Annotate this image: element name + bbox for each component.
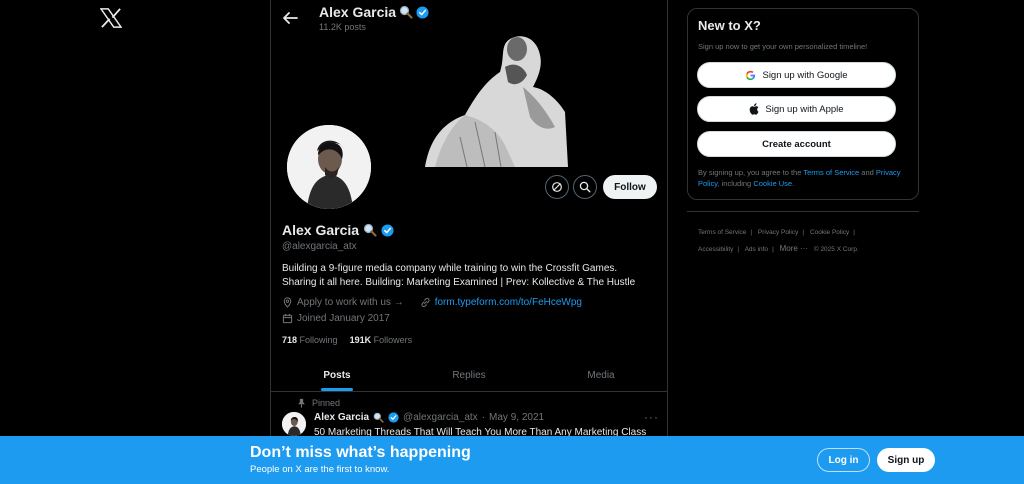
footer-cookie-link[interactable]: Cookie Policy xyxy=(810,229,849,236)
footer-copyright: © 2025 X Corp. xyxy=(813,246,859,253)
link-icon xyxy=(421,297,430,308)
signup-apple-label: Sign up with Apple xyxy=(765,103,844,115)
footer-more-button[interactable]: More ··· xyxy=(780,244,808,253)
login-button[interactable]: Log in xyxy=(817,448,870,472)
footer-privacy-link[interactable]: Privacy Policy xyxy=(758,229,798,236)
grok-icon xyxy=(552,182,562,192)
terms-prefix: By signing up, you agree to the xyxy=(698,168,804,177)
post-more-options-icon[interactable]: ··· xyxy=(644,410,659,424)
footer-separator: | xyxy=(802,229,805,236)
verified-badge-icon xyxy=(388,412,399,423)
following-count: 718 xyxy=(282,335,298,345)
magnifier-emoji-icon xyxy=(399,5,413,19)
signup-google-button[interactable]: Sign up with Google xyxy=(697,62,896,88)
profile-name: Alex Garcia xyxy=(282,222,394,238)
profile-banner-image[interactable] xyxy=(405,27,568,167)
calendar-icon xyxy=(282,313,293,324)
follow-counts: 718 Following 191K Followers xyxy=(282,335,412,345)
signup-card-title: New to X? xyxy=(698,18,761,33)
terms-including: , including xyxy=(717,179,754,188)
avatar-photo xyxy=(287,125,371,209)
following-count-link[interactable]: 718 Following xyxy=(282,335,338,345)
verified-badge-icon[interactable] xyxy=(381,223,394,237)
magnifier-emoji-icon xyxy=(373,412,384,423)
profile-tabs: Posts Replies Media xyxy=(271,360,667,392)
verified-badge-icon xyxy=(416,5,429,19)
magnifier-emoji-icon xyxy=(363,223,377,237)
joined-date: Joined January 2017 xyxy=(297,313,390,324)
pinned-label: Pinned xyxy=(312,398,341,408)
profile-name-text: Alex Garcia xyxy=(282,222,360,238)
bio-line: Building a 9-figure media company while … xyxy=(282,263,618,274)
pinned-indicator: Pinned xyxy=(297,398,340,408)
profile-avatar[interactable] xyxy=(284,122,374,212)
post-avatar-photo xyxy=(282,412,306,436)
post-header: Alex Garcia @alexgarcia_atx · May 9, 202… xyxy=(314,412,544,423)
back-arrow-icon[interactable] xyxy=(281,9,299,27)
professional-category[interactable]: Apply to work with us → xyxy=(297,297,404,308)
topbar-name-text: Alex Garcia xyxy=(319,4,397,20)
google-icon xyxy=(746,70,756,80)
apple-icon xyxy=(750,103,759,115)
following-label: Following xyxy=(299,335,338,345)
profile-website-link[interactable]: form.typeform.com/to/FeHceWpg xyxy=(435,297,582,308)
footer-separator: | xyxy=(750,229,753,236)
create-account-button[interactable]: Create account xyxy=(697,131,896,157)
topbar-name: Alex Garcia xyxy=(319,4,429,20)
profile-joined-row: Joined January 2017 xyxy=(282,313,390,324)
followers-count-link[interactable]: 191K Followers xyxy=(350,335,413,345)
bio-line: Sharing it all here. Building: Marketing… xyxy=(282,276,636,288)
footer-separator: | xyxy=(853,229,855,236)
more-actions-button[interactable] xyxy=(545,175,569,199)
footer-separator: | xyxy=(772,246,774,253)
footer-links: Terms of Service | Privacy Policy | Cookie… xyxy=(698,225,908,258)
footer-terms-link[interactable]: Terms of Service xyxy=(698,229,746,236)
banner-photo xyxy=(405,27,568,167)
terms-of-service-link[interactable]: Terms of Service xyxy=(803,168,859,177)
post-date[interactable]: May 9, 2021 xyxy=(489,412,544,423)
tab-posts[interactable]: Posts xyxy=(271,360,403,391)
search-profile-button[interactable] xyxy=(573,175,597,199)
terms-end: . xyxy=(792,179,795,188)
post-author-name[interactable]: Alex Garcia xyxy=(314,412,369,423)
signup-terms-text: By signing up, you agree to the Terms of… xyxy=(698,167,912,189)
profile-handle: @alexgarcia_atx xyxy=(282,241,357,252)
signup-google-label: Sign up with Google xyxy=(762,69,848,81)
followers-count: 191K xyxy=(349,335,372,345)
cookie-use-link[interactable]: Cookie Use xyxy=(753,179,792,188)
post-author-handle[interactable]: @alexgarcia_atx xyxy=(403,412,478,423)
tab-media[interactable]: Media xyxy=(535,360,667,391)
signup-banner-title: Don’t miss what’s happening xyxy=(250,444,471,461)
follow-button[interactable]: Follow xyxy=(603,175,657,199)
profile-meta-row: Apply to work with us → form.typeform.co… xyxy=(282,297,582,308)
search-icon xyxy=(579,181,591,193)
signup-banner: Don’t miss what’s happening People on X … xyxy=(0,436,1024,484)
sidebar-divider xyxy=(687,211,919,212)
signup-apple-button[interactable]: Sign up with Apple xyxy=(697,96,896,122)
tab-replies[interactable]: Replies xyxy=(403,360,535,391)
location-pin-icon xyxy=(283,297,292,308)
signup-card: New to X? Sign up now to get your own pe… xyxy=(687,8,919,200)
post-dot-separator: · xyxy=(481,412,486,423)
footer-separator: | xyxy=(737,246,740,253)
x-logo-icon[interactable] xyxy=(100,8,122,28)
signup-card-subtitle: Sign up now to get your own personalized… xyxy=(698,42,868,51)
followers-label: Followers xyxy=(373,335,413,345)
topbar-posts-count: 11.2K posts xyxy=(319,22,366,32)
profile-bio: Building a 9-figure media company while … xyxy=(282,262,662,289)
footer-ads-link[interactable]: Ads info xyxy=(745,246,769,253)
signup-banner-subtitle: People on X are the first to know. xyxy=(250,464,390,475)
terms-and: and xyxy=(859,168,876,177)
signup-button[interactable]: Sign up xyxy=(877,448,935,472)
footer-accessibility-link[interactable]: Accessibility xyxy=(698,246,733,253)
pin-icon xyxy=(298,398,305,408)
post-author-avatar[interactable] xyxy=(282,412,306,436)
